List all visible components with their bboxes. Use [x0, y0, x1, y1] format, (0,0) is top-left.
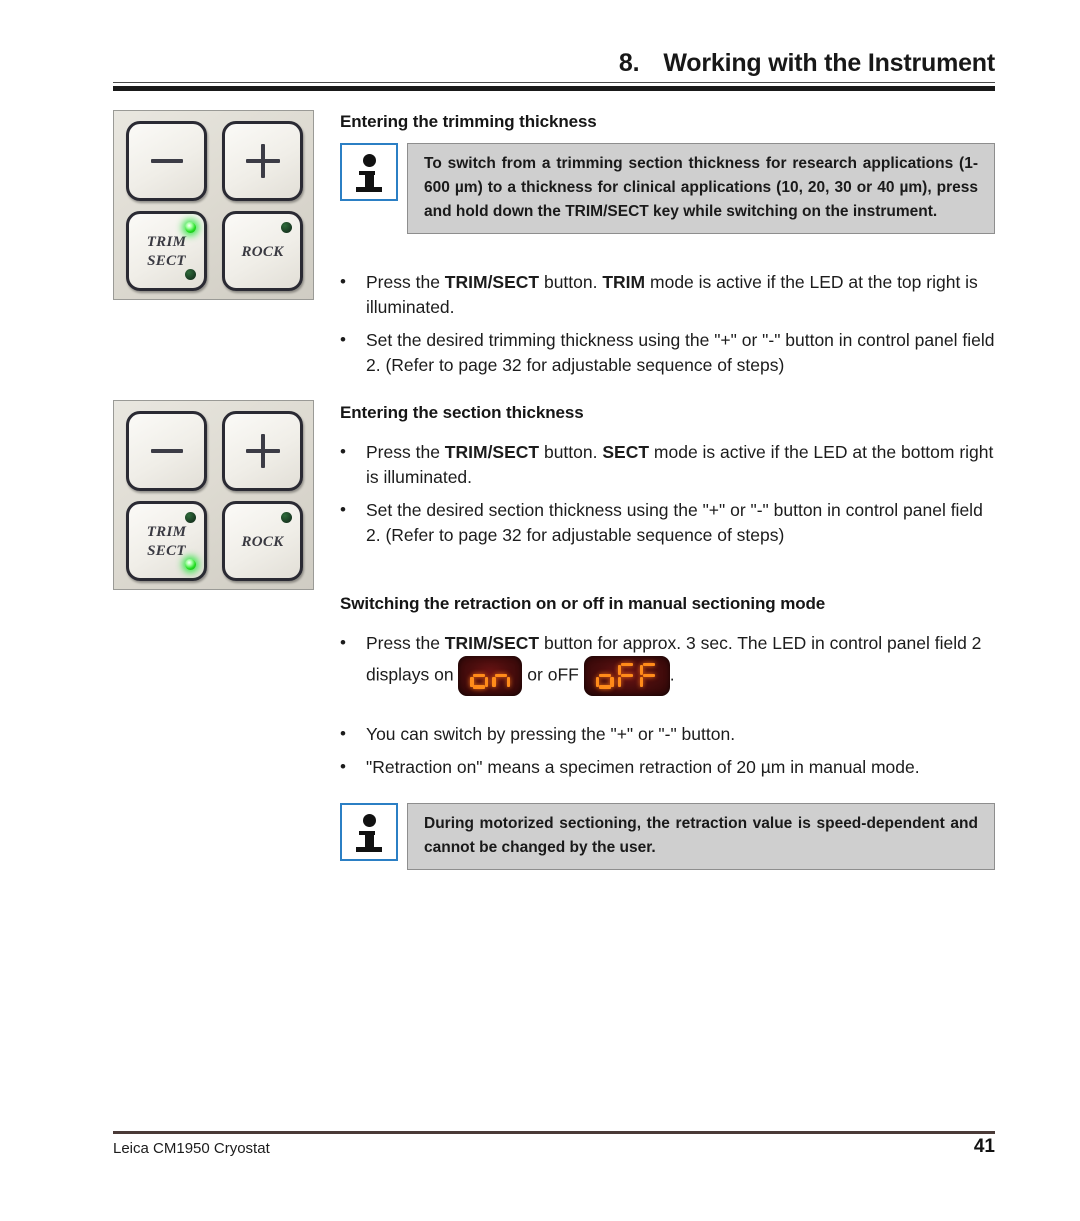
bullet-item: • Press the TRIM/SECT button for approx.…: [340, 631, 995, 696]
seg-digit-o: [595, 663, 614, 689]
sect-led-indicator: [185, 559, 196, 570]
chapter-title: Working with the Instrument: [663, 49, 995, 77]
seg-digit-f1: [617, 662, 636, 689]
info-icon: [340, 803, 398, 861]
page-header: 8. Working with the Instrument: [113, 48, 995, 78]
bullets-section: • Press the TRIM/SECT button. SECT mode …: [340, 440, 995, 547]
info-icon: [340, 143, 398, 201]
rock-led-indicator: [281, 512, 292, 523]
note-box-retraction: During motorized sectioning, the retract…: [340, 803, 995, 870]
page-title: 8. Working with the Instrument: [113, 48, 995, 78]
bullet-text: Set the desired trimming thickness using…: [366, 330, 995, 375]
bullet-item: • "Retraction on" means a specimen retra…: [340, 755, 995, 780]
rock-label: ROCK: [241, 534, 284, 550]
bullet-text: Press the TRIM/SECT button for approx. 3…: [366, 631, 995, 696]
bullet-marker: •: [340, 330, 346, 349]
bullets-trimming: • Press the TRIM/SECT button. TRIM mode …: [340, 270, 995, 377]
seg-digit-f2: [639, 662, 658, 689]
keypad-image-trim: TRIM SECT ROCK: [113, 110, 314, 300]
page-number: 41: [973, 1136, 995, 1157]
trim-sect-label-line1: TRIM: [146, 234, 187, 250]
bullet-text: "Retraction on" means a specimen retract…: [366, 757, 920, 777]
note-box-trimming: To switch from a trimming section thickn…: [340, 143, 995, 234]
trim-sect-key-1: TRIM SECT: [126, 211, 207, 291]
bullet-item: • Set the desired section thickness usin…: [340, 498, 995, 547]
bullet-item: • Press the TRIM/SECT button. TRIM mode …: [340, 270, 995, 319]
trim-sect-label-line2: SECT: [147, 543, 186, 559]
trim-sect-key-2: TRIM SECT: [126, 501, 207, 581]
header-rule-thin: [113, 82, 995, 83]
bullet-marker: •: [340, 442, 346, 461]
document-page: 8. Working with the Instrument TRIM SECT …: [0, 0, 1080, 1221]
note-text-retraction: During motorized sectioning, the retract…: [407, 803, 995, 870]
bullet-text: You can switch by pressing the "+" or "-…: [366, 723, 736, 744]
trim-sect-label-line2: SECT: [147, 253, 186, 269]
minus-key-1: [126, 121, 207, 201]
trim-led-indicator: [185, 222, 196, 233]
footer-rule: [113, 1131, 995, 1134]
bullets-retraction: • Press the TRIM/SECT button for approx.…: [340, 631, 995, 780]
section-trimming-thickness: Entering the trimming thickness: [340, 112, 995, 132]
bullet-text: Press the TRIM/SECT button. SECT mode is…: [366, 442, 994, 487]
section-section-thickness: Entering the section thickness: [340, 403, 995, 423]
led-display-off: [583, 655, 670, 696]
section-heading-retraction: Switching the retraction on or off in ma…: [340, 594, 826, 613]
plus-icon-vertical: [260, 434, 265, 468]
rock-key-2: ROCK: [222, 501, 303, 581]
sect-led-indicator: [185, 269, 196, 280]
trim-led-indicator: [185, 512, 196, 523]
header-rule-thick: [113, 86, 995, 91]
section-retraction: Switching the retraction on or off in ma…: [340, 594, 995, 614]
bullet-item: • Press the TRIM/SECT button. SECT mode …: [340, 440, 995, 489]
trim-sect-label-line1: TRIM: [146, 524, 187, 540]
minus-key-2: [126, 411, 207, 491]
note-text-trimming: To switch from a trimming section thickn…: [407, 143, 995, 234]
bullet-text: Set the desired section thickness using …: [366, 500, 983, 545]
chapter-number: 8.: [618, 49, 640, 77]
minus-icon: [150, 449, 183, 453]
plus-key-2: [222, 411, 303, 491]
bullet-item: • You can switch by pressing the "+" or …: [340, 722, 995, 747]
rock-key-1: ROCK: [222, 211, 303, 291]
section-heading-section: Entering the section thickness: [340, 403, 584, 422]
bullet-marker: •: [340, 723, 346, 743]
bullet-marker: •: [340, 500, 346, 519]
bullet-marker: •: [340, 272, 346, 291]
seg-digit-n: [492, 663, 511, 689]
rock-led-indicator: [281, 222, 292, 233]
plus-icon-vertical: [260, 144, 265, 178]
bullet-marker: •: [340, 757, 346, 776]
bullet-marker: •: [340, 633, 346, 652]
plus-key-1: [222, 121, 303, 201]
section-heading-trimming: Entering the trimming thickness: [340, 112, 597, 131]
seg-digit-o: [470, 663, 489, 689]
bullet-item: • Set the desired trimming thickness usi…: [340, 328, 995, 377]
keypad-image-sect: TRIM SECT ROCK: [113, 400, 314, 590]
led-display-on: [458, 655, 523, 696]
minus-icon: [150, 159, 183, 163]
rock-label: ROCK: [241, 244, 284, 260]
bullet-text: Press the TRIM/SECT button. TRIM mode is…: [366, 272, 978, 317]
